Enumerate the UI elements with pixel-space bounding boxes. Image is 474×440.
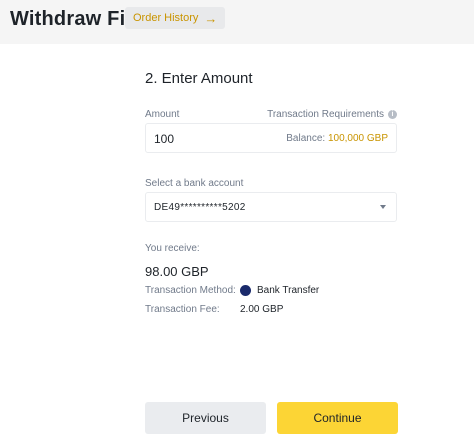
amount-label: Amount [145,109,180,120]
step-title: 2. Enter Amount [145,70,253,87]
transaction-method-value: Bank Transfer [257,285,320,296]
receive-label: You receive: [145,243,200,254]
order-history-label: Order History [133,12,199,24]
page-title: Withdraw Fiat [10,8,144,30]
order-history-button[interactable]: Order History → [125,7,226,29]
bank-account-select[interactable]: DE49**********5202 [145,192,397,222]
info-icon[interactable]: i [388,110,397,119]
balance-prefix: Balance: [286,133,326,144]
bank-account-label: Select a bank account [145,178,244,189]
amount-value: 100 [154,132,175,146]
bank-transfer-icon [240,285,251,296]
transaction-requirements-label: Transaction Requirements [267,109,384,120]
continue-button[interactable]: Continue [277,402,398,434]
transaction-fee-label: Transaction Fee: [145,304,220,315]
chevron-down-icon [380,205,386,209]
balance-value: 100,000 GBP [327,133,388,144]
amount-input[interactable]: 100 Balance: 100,000 GBP [145,123,397,153]
transaction-fee-value: 2.00 GBP [240,304,284,315]
transaction-requirements-link[interactable]: Transaction Requirements i [267,109,397,120]
bank-account-value: DE49**********5202 [154,202,246,213]
transaction-method-label: Transaction Method: [145,285,236,296]
balance-display: Balance: 100,000 GBP [286,133,388,144]
top-bar: Withdraw Fiat Order History → [0,0,474,44]
arrow-right-icon: → [204,10,218,26]
receive-amount: 98.00 GBP [145,264,209,279]
previous-button[interactable]: Previous [145,402,266,434]
